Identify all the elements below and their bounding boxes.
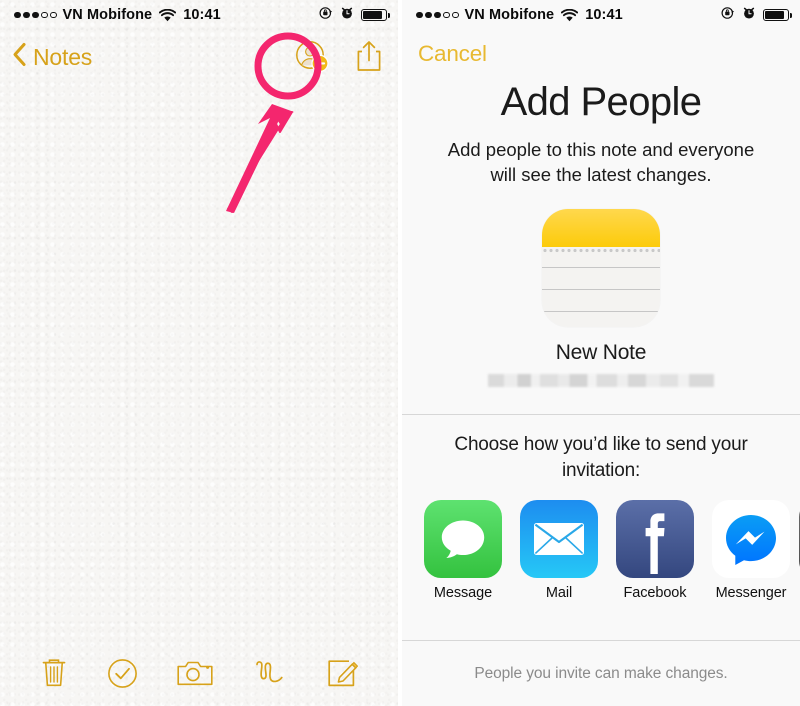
note-preview-card: New Note bbox=[402, 209, 800, 387]
share-app-facebook[interactable]: Facebook bbox=[616, 500, 694, 601]
status-bar-right-icons bbox=[319, 6, 391, 24]
share-app-label: Mail bbox=[545, 585, 573, 601]
signal-strength-dots bbox=[14, 11, 57, 19]
signal-dot bbox=[32, 11, 39, 19]
left-status-bar: VN Mobifone 10:41 bbox=[0, 0, 398, 30]
signal-dot bbox=[23, 11, 30, 19]
note-snippet-redacted bbox=[488, 374, 714, 387]
sketch-icon[interactable] bbox=[253, 659, 287, 687]
status-bar-right-icons bbox=[721, 6, 793, 24]
battery-fill bbox=[363, 11, 383, 19]
left-nav-bar: Notes bbox=[0, 30, 398, 84]
share-app-message[interactable]: Message bbox=[424, 500, 502, 601]
share-app-mail[interactable]: Mail bbox=[520, 500, 598, 601]
carrier-name: VN Mobifone bbox=[464, 7, 555, 23]
notes-bottom-toolbar bbox=[0, 640, 398, 706]
clock-time: 10:41 bbox=[585, 7, 623, 23]
rotation-lock-icon bbox=[319, 6, 333, 24]
left-phone-screen: VN Mobifone 10:41 Notes bbox=[0, 0, 398, 706]
share-app-label: Messenger bbox=[715, 585, 787, 601]
back-to-notes-button[interactable]: Notes bbox=[12, 42, 92, 72]
signal-dot bbox=[14, 11, 21, 19]
checklist-icon[interactable] bbox=[107, 658, 138, 689]
share-app-messenger[interactable]: Messenger bbox=[712, 500, 790, 601]
right-phone-screen: VN Mobifone 10:41 Cancel Add People Add … bbox=[402, 0, 800, 706]
share-footer: People you invite can make changes. bbox=[402, 640, 800, 706]
note-icon-ruled-lines bbox=[542, 254, 660, 327]
signal-dot-empty bbox=[443, 11, 450, 19]
alarm-clock-icon bbox=[742, 6, 756, 24]
back-button-label: Notes bbox=[33, 43, 93, 70]
signal-dot bbox=[416, 11, 423, 19]
battery-icon bbox=[361, 9, 391, 21]
signal-dot-empty bbox=[41, 11, 48, 19]
share-app-label: Message bbox=[433, 585, 493, 601]
chevron-left-icon bbox=[12, 42, 27, 72]
note-icon-header-band bbox=[542, 209, 660, 247]
note-editor-body[interactable] bbox=[0, 84, 398, 624]
signal-dot bbox=[434, 11, 441, 19]
facebook-app-icon bbox=[616, 500, 694, 578]
compose-icon[interactable] bbox=[326, 657, 359, 689]
note-title: New Note bbox=[555, 341, 647, 364]
footer-text: People you invite can make changes. bbox=[474, 664, 728, 682]
camera-icon[interactable] bbox=[177, 659, 214, 687]
battery-icon bbox=[763, 9, 793, 21]
right-status-bar: VN Mobifone 10:41 bbox=[402, 0, 800, 30]
carrier-name: VN Mobifone bbox=[62, 7, 153, 23]
cancel-button[interactable]: Cancel bbox=[418, 41, 487, 67]
notes-app-icon bbox=[542, 209, 660, 327]
signal-dot bbox=[425, 11, 432, 19]
delete-icon[interactable] bbox=[40, 657, 68, 689]
wifi-icon bbox=[159, 8, 177, 22]
wifi-icon bbox=[561, 8, 579, 22]
mail-app-icon bbox=[520, 500, 598, 578]
page-subtitle: Add people to this note and everyone wil… bbox=[447, 139, 755, 185]
alarm-clock-icon bbox=[340, 6, 354, 24]
share-apps-row: Message Mail Facebook Messenger bbox=[402, 484, 800, 601]
messages-app-icon bbox=[424, 500, 502, 578]
dual-screenshot-container: VN Mobifone 10:41 Notes VN Mobifone 10:4… bbox=[0, 0, 800, 706]
signal-strength-dots bbox=[416, 11, 459, 19]
clock-time: 10:41 bbox=[183, 7, 221, 23]
share-app-label: Facebook bbox=[623, 585, 687, 601]
rotation-lock-icon bbox=[721, 6, 735, 24]
battery-fill bbox=[765, 11, 785, 19]
messenger-app-icon bbox=[712, 500, 790, 578]
add-people-button[interactable] bbox=[295, 40, 329, 74]
share-button[interactable] bbox=[356, 40, 384, 74]
page-title: Add People bbox=[500, 80, 702, 124]
note-icon-perforation bbox=[542, 247, 660, 254]
share-prompt: Choose how you’d like to send your invit… bbox=[454, 434, 748, 481]
signal-dot-empty bbox=[50, 11, 57, 19]
signal-dot-empty bbox=[452, 11, 459, 19]
right-nav-bar: Cancel bbox=[402, 30, 800, 78]
